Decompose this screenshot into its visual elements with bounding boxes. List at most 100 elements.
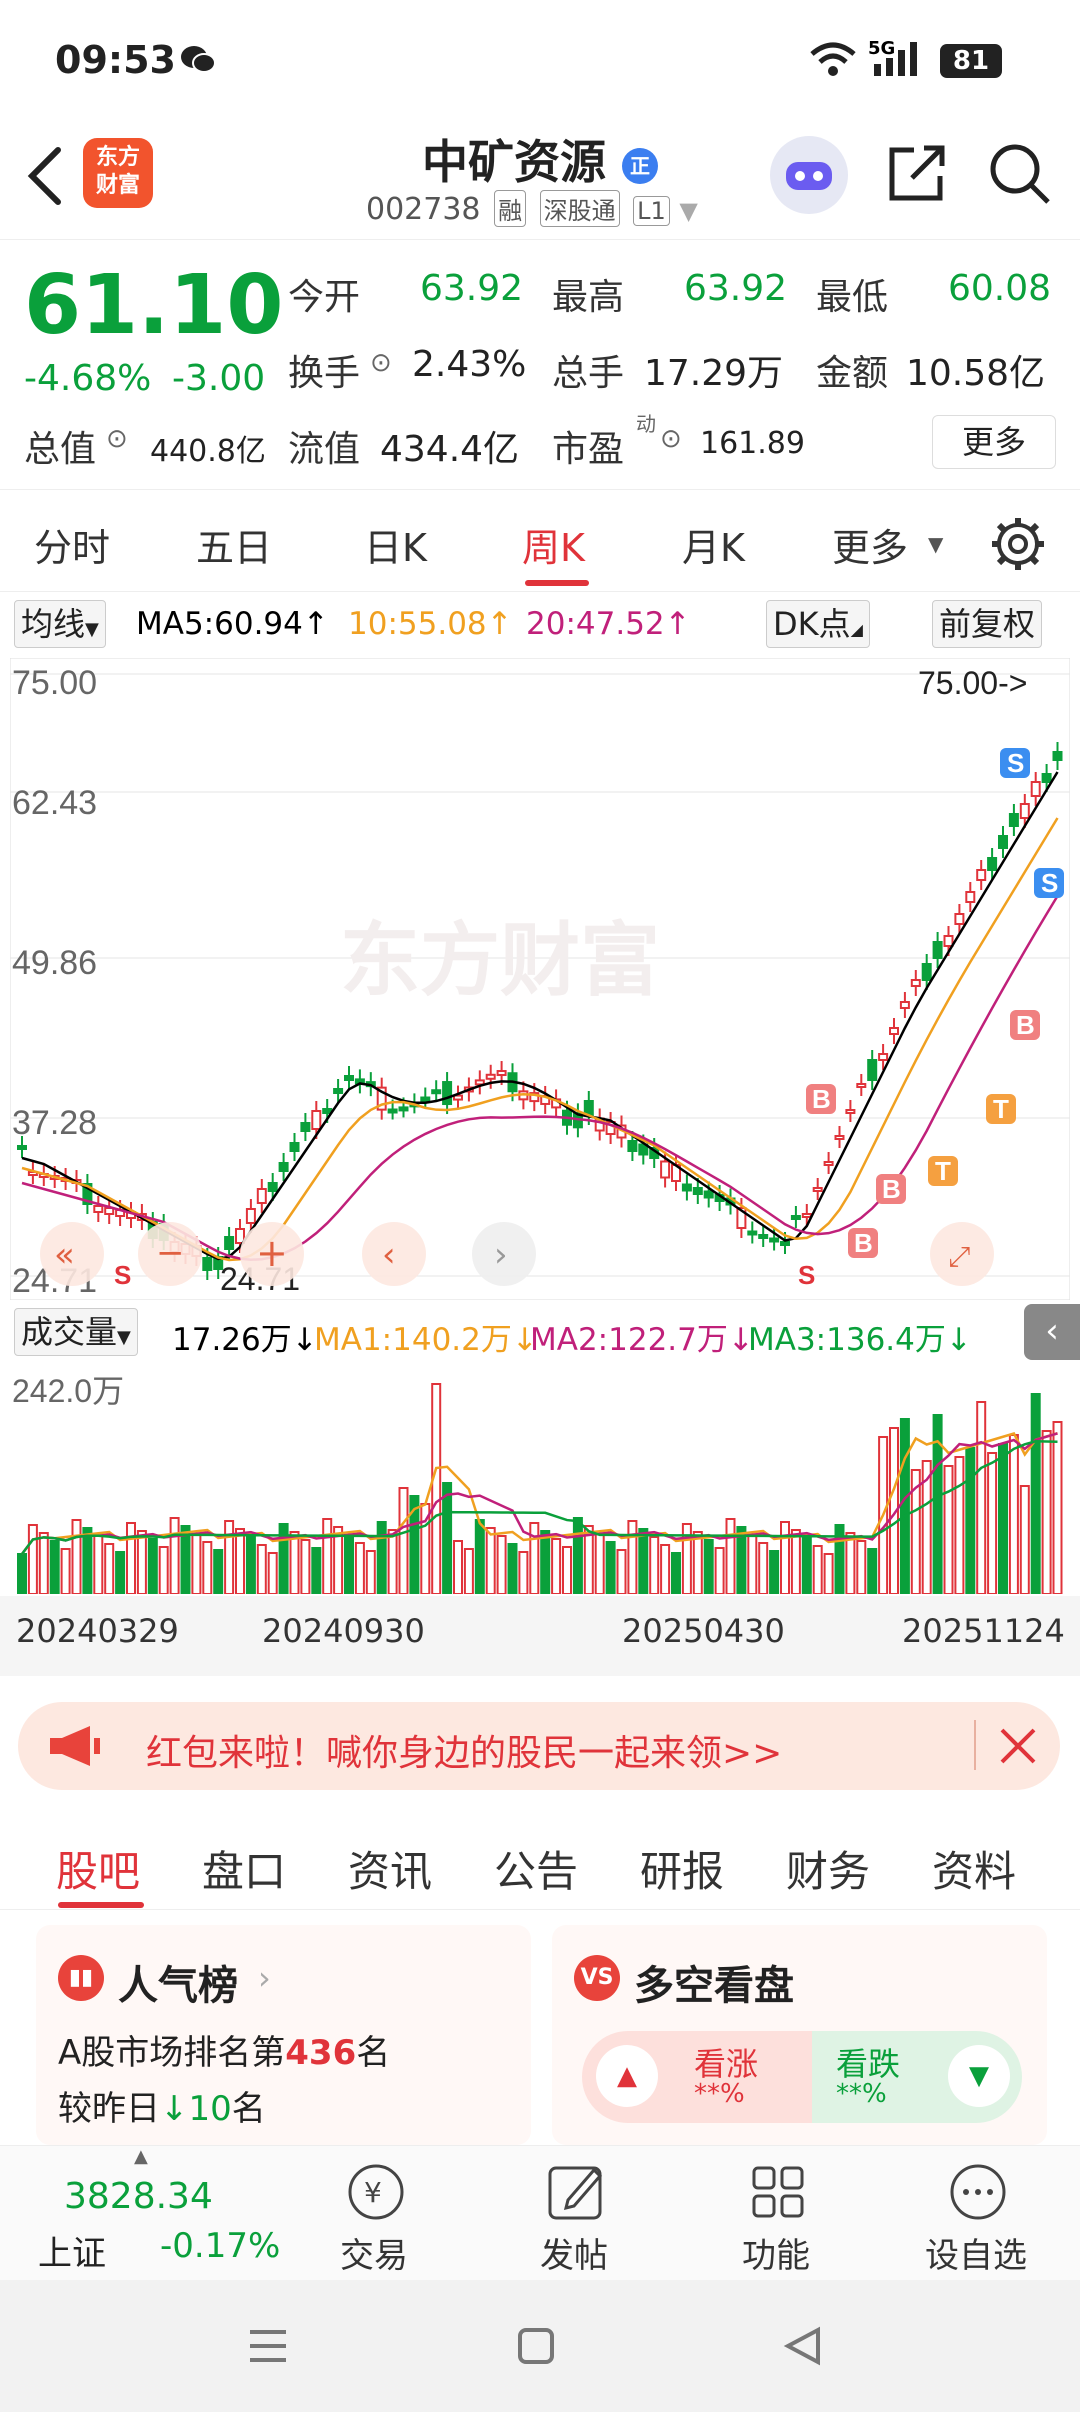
volume-bar [998,1443,1008,1595]
volume-bar [354,1542,365,1595]
menu-icon[interactable] [246,2324,290,2372]
volume-bar [235,1528,245,1595]
candle-body [496,1070,507,1077]
volume-bar [801,1537,812,1595]
volume-bar [954,1456,965,1595]
volume-bar [104,1543,115,1595]
info-icon[interactable]: ⊙ [106,424,128,454]
tab-more[interactable]: 更多 [832,517,908,572]
nav-post[interactable]: 发帖 [474,2146,674,2281]
dk-point-button[interactable]: DK点◢ [766,600,870,648]
volume-bar [71,1519,82,1595]
y-label-4: 37.28 [12,1104,97,1142]
candle-body [311,1110,322,1130]
home-icon[interactable] [514,2324,558,2372]
date-label-3: 20250430 [622,1612,785,1650]
tab-forum[interactable]: 股吧 [56,1838,140,1899]
candle-body [431,1089,442,1095]
vote-up-button[interactable]: ▲ 看涨 **% [582,2031,812,2123]
volume-bar [169,1517,180,1595]
tab-weekly-k[interactable]: 周K [522,517,585,572]
megaphone-icon [46,1722,106,1774]
candle-body [202,1257,213,1271]
volume-bar [507,1543,518,1595]
volume-value: 17.29万 [644,353,784,394]
info-icon[interactable]: ⊙ [370,348,392,378]
tab-monthly-k[interactable]: 月K [682,517,745,572]
t-badge-text: T [935,1156,951,1186]
ai-assistant-icon[interactable] [770,136,848,214]
stock-code-line[interactable]: 002738 融 深股通 L1 ▼ [366,190,698,227]
volume-bar [1030,1393,1041,1595]
volume-bar [213,1549,224,1595]
promo-banner[interactable]: 红包来啦！喊你身边的股民一起来领>> [18,1702,1060,1790]
svg-text:5G: 5G [868,38,895,59]
volume-bar [27,1524,38,1595]
high-value: 63.92 [684,268,788,309]
tab-daily-k[interactable]: 日K [364,517,427,572]
adjust-button[interactable]: 前复权 [932,600,1043,648]
search-icon[interactable] [988,142,1052,210]
close-icon[interactable] [996,1724,1040,1772]
high-label: 最高 [552,277,625,318]
nav-trade[interactable]: ¥ 交易 [274,2146,474,2281]
volume-bar [442,1482,453,1595]
tab-announcements[interactable]: 公告 [494,1838,578,1899]
tab-profile[interactable]: 资料 [932,1838,1016,1899]
chevron-down-icon: ▼ [117,1327,131,1348]
back-nav-icon[interactable] [780,2324,824,2372]
tab-research[interactable]: 研报 [640,1838,724,1899]
stock-code: 002738 [366,192,481,227]
chevron-left-icon: ‹ [382,1235,396,1275]
candle-body [790,1215,801,1220]
volume-bar [453,1540,463,1595]
volume-bar [136,1530,147,1595]
y-label-3: 49.86 [12,944,97,982]
candle-body [278,1162,289,1172]
rank-line: A股市场排名第436名 [58,2025,390,2074]
nav-trade-label: 交易 [340,2236,408,2276]
popularity-card[interactable]: ▮▮ 人气榜 › A股市场排名第436名 较昨日↓10名 [36,1925,531,2145]
battery-icon: 81 [940,44,1002,78]
indicator-selector[interactable]: 成交量▼ [14,1308,138,1356]
settings-icon[interactable] [990,516,1046,576]
more-button[interactable]: 更多 [932,415,1056,469]
index-ticker[interactable]: ▲ 3828.34 上证 -0.17% [24,2146,280,2281]
tab-intraday[interactable]: 分时 [34,517,110,572]
volume-chart[interactable]: 242.0万 [10,1364,1070,1595]
info-icon[interactable]: ⊙ [660,424,682,454]
share-icon[interactable] [884,142,948,210]
kline-chart[interactable]: 东方财富 75.00 62.43 49.86 37.28 24.71 75.00… [9,657,1071,1301]
candle-body [812,1187,823,1192]
volume-bar [562,1546,572,1595]
amount-label: 金额 [816,353,889,394]
volume-bar [202,1541,213,1595]
volume-bar [976,1401,987,1595]
candle-body [758,1234,769,1239]
date-label-4: 20251124 [902,1612,1065,1650]
volume-bar [660,1544,671,1595]
sentiment-card: VS 多空看盘 ▲ 看涨 **% 看跌 **% ▼ [552,1925,1047,2145]
turnover-value: 2.43% [412,344,527,385]
rank-suffix: 名 [356,2033,391,2073]
volume-value: 17.26万↓ [172,1322,318,1358]
nav-add-watchlist[interactable]: 设自选 [876,2146,1076,2281]
ma-selector[interactable]: 均线▼ [14,600,106,648]
tab-orderbook[interactable]: 盘口 [202,1838,286,1899]
status-time: 09:53 [55,38,176,82]
ma10-value: 10:55.08↑ [348,606,513,642]
tab-financials[interactable]: 财务 [786,1838,870,1899]
vote-down-button[interactable]: 看跌 **% ▼ [812,2031,1022,2123]
candle-body [889,1027,899,1035]
candle-body [878,1053,889,1061]
active-tab-indicator [525,580,589,586]
volume-bar [540,1530,551,1595]
collapse-panel-button[interactable]: ‹ [1024,1304,1080,1360]
tab-news[interactable]: 资讯 [348,1838,432,1899]
sell-marker: S [798,1260,815,1290]
tab-five-day[interactable]: 五日 [196,517,272,572]
nav-functions[interactable]: 功能 [676,2146,876,2281]
volume-bar [823,1553,834,1595]
date-axis: 20240329 20240930 20250430 20251124 [0,1596,1080,1676]
volume-bar [115,1551,126,1595]
